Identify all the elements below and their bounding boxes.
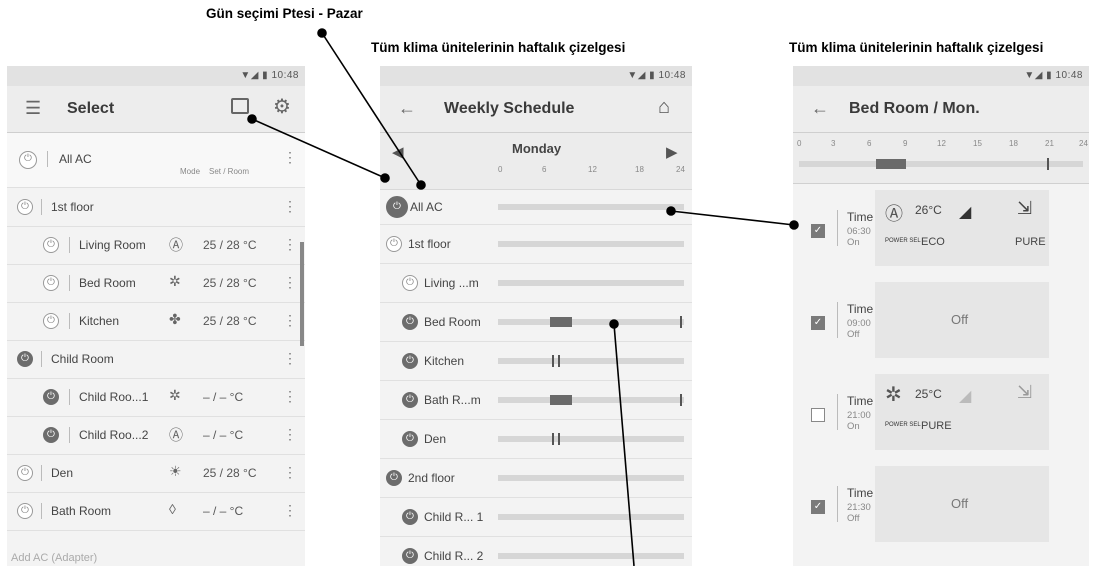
leader-dot bbox=[609, 319, 619, 329]
leader-dot bbox=[789, 220, 799, 230]
leader-dot bbox=[666, 206, 676, 216]
leader-dot bbox=[317, 28, 327, 38]
leader-dot bbox=[416, 180, 426, 190]
leader-all-ac bbox=[670, 210, 795, 226]
leader-weekly-icon bbox=[251, 118, 386, 179]
leader-day-select bbox=[321, 32, 422, 186]
leader-dot bbox=[380, 173, 390, 183]
leader-dot bbox=[247, 114, 257, 124]
leader-bed-room bbox=[613, 323, 635, 566]
callout-lines bbox=[247, 28, 799, 566]
